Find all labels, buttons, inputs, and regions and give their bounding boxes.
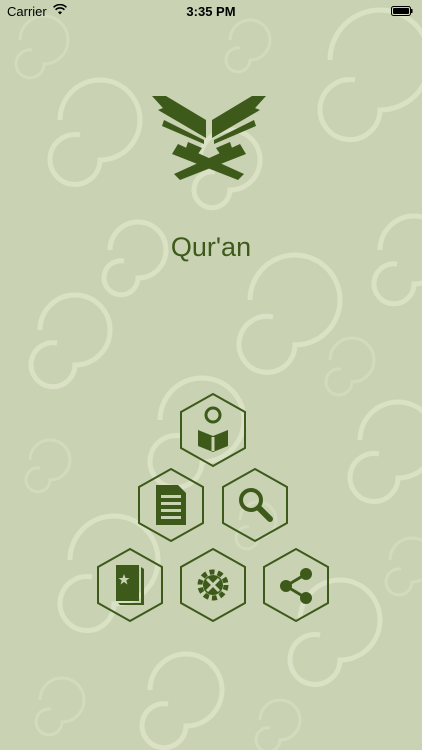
status-time: 3:35 PM (186, 4, 236, 19)
bookmark-book-icon (116, 565, 144, 605)
share-icon (280, 568, 312, 604)
contents-button[interactable] (136, 467, 206, 543)
share-button[interactable] (261, 547, 331, 623)
status-bar: Carrier 3:35 PM (0, 0, 422, 22)
reader-icon (198, 406, 228, 452)
bookmarks-button[interactable] (95, 547, 165, 623)
document-icon (156, 485, 186, 525)
battery-icon (391, 6, 413, 16)
app-title: Qur'an (170, 232, 252, 262)
search-icon (239, 488, 273, 522)
quran-book-icon (152, 96, 266, 180)
settings-gear-icon (197, 569, 229, 601)
search-button[interactable] (220, 467, 290, 543)
settings-button[interactable] (178, 547, 248, 623)
reciter-button[interactable] (178, 392, 248, 468)
